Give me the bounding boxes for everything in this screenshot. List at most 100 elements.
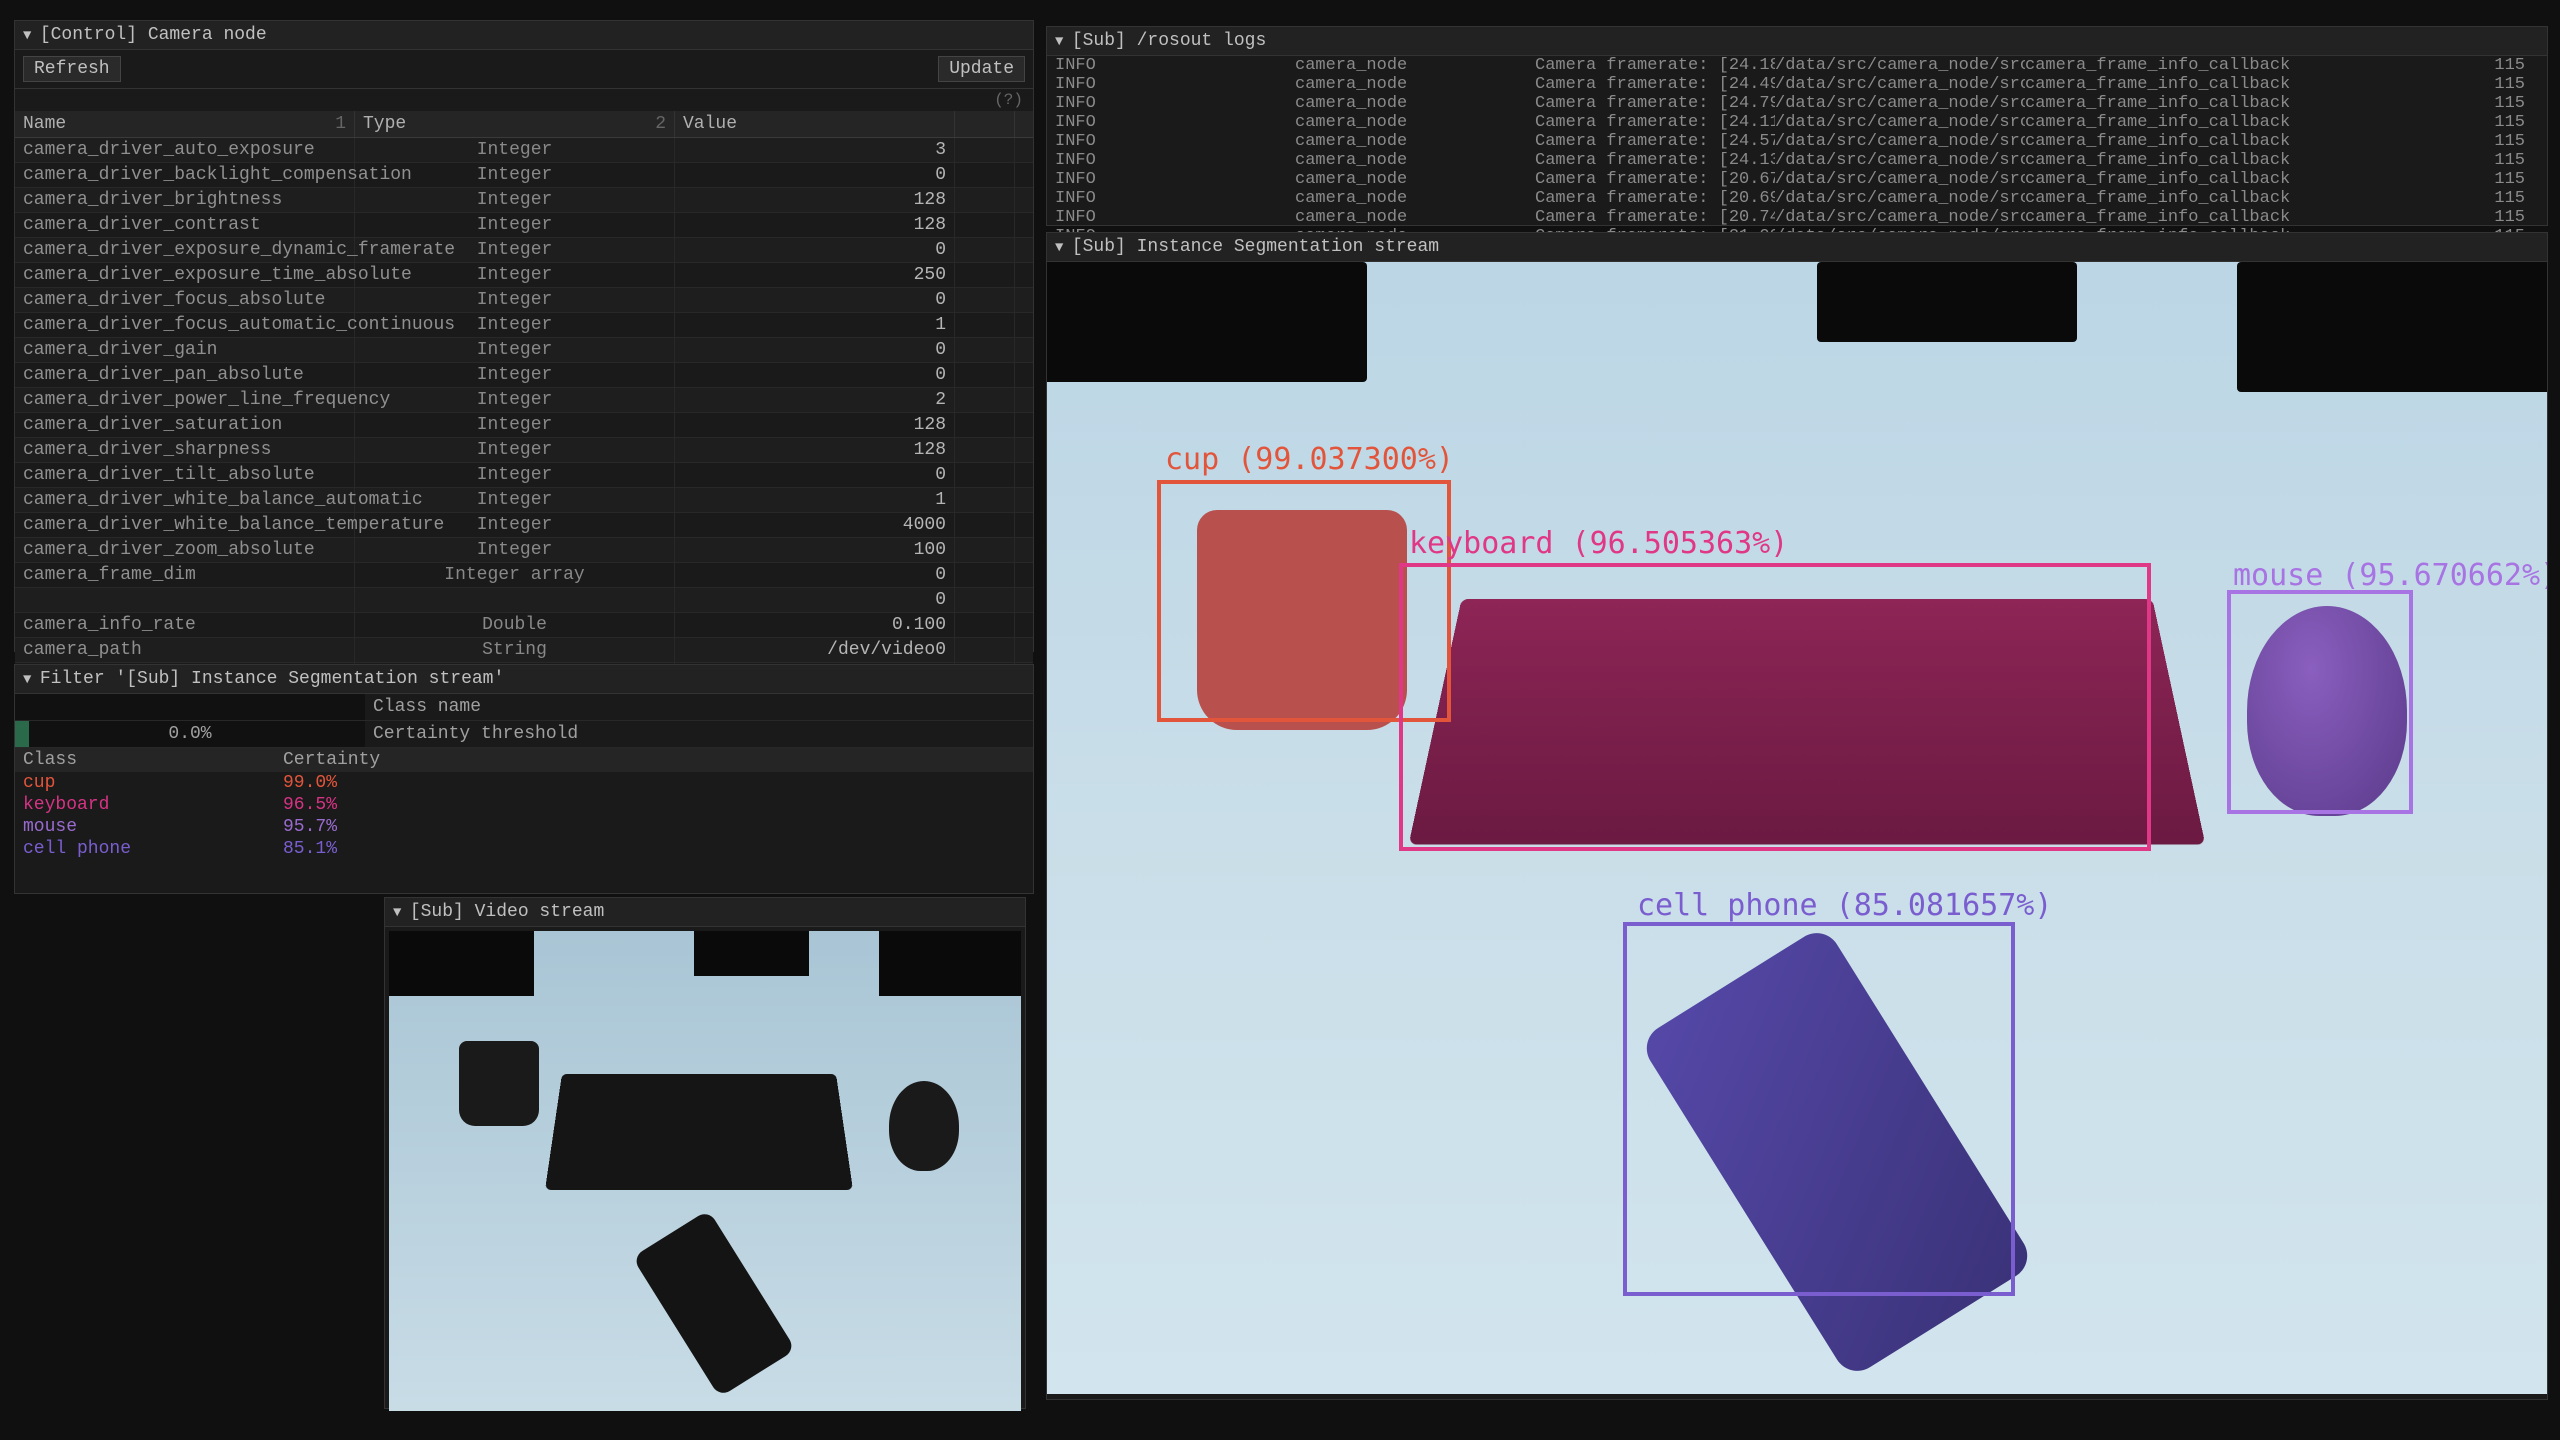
threshold-label: Certainty threshold bbox=[365, 721, 1033, 748]
filter-certainty: 96.5% bbox=[275, 794, 1033, 816]
class-name-input[interactable] bbox=[15, 694, 365, 721]
col-value[interactable]: Value bbox=[675, 111, 955, 137]
log-path: /data/src/camera_node/src/camera_n… bbox=[1775, 189, 2025, 208]
param-row[interactable]: camera_info_rate Double 0.100 bbox=[15, 613, 1033, 638]
detection-label: cell phone (85.081657%) bbox=[1637, 888, 2052, 923]
filter-certainty: 85.1% bbox=[275, 838, 1033, 860]
log-msg: Camera framerate: [20.699751] bbox=[1535, 189, 1775, 208]
param-value[interactable]: 3 bbox=[675, 138, 955, 162]
param-value[interactable]: 0 bbox=[675, 163, 955, 187]
param-value[interactable]: 0 bbox=[675, 363, 955, 387]
param-row[interactable]: camera_driver_exposure_dynamic_framerate… bbox=[15, 238, 1033, 263]
param-value[interactable]: 128 bbox=[675, 188, 955, 212]
param-value[interactable]: 0 bbox=[675, 563, 955, 587]
param-value[interactable]: 128 bbox=[675, 438, 955, 462]
filter-row[interactable]: cell phone 85.1% bbox=[15, 838, 1033, 860]
param-row[interactable]: camera_driver_sharpness Integer 128 bbox=[15, 438, 1033, 463]
param-value[interactable]: 250 bbox=[675, 263, 955, 287]
param-row[interactable]: 0 bbox=[15, 588, 1033, 613]
param-name: camera_driver_focus_absolute bbox=[15, 288, 355, 312]
param-value[interactable]: 0 bbox=[675, 463, 955, 487]
param-value[interactable]: 4000 bbox=[675, 513, 955, 537]
col-name[interactable]: Name1 bbox=[15, 111, 355, 137]
filter-row[interactable]: cup 99.0% bbox=[15, 772, 1033, 794]
param-type: Double bbox=[355, 613, 675, 637]
param-value[interactable]: 128 bbox=[675, 413, 955, 437]
param-row[interactable]: camera_driver_focus_automatic_continuous… bbox=[15, 313, 1033, 338]
param-value[interactable]: 2 bbox=[675, 388, 955, 412]
param-row[interactable]: camera_driver_focus_absolute Integer 0 bbox=[15, 288, 1033, 313]
log-fn: camera_frame_info_callback bbox=[2025, 189, 2445, 208]
filter-class: cup bbox=[15, 772, 275, 794]
param-type: Integer bbox=[355, 188, 675, 212]
detection-box bbox=[2227, 590, 2413, 814]
param-row[interactable]: camera_driver_saturation Integer 128 bbox=[15, 413, 1033, 438]
refresh-button[interactable]: Refresh bbox=[23, 56, 121, 82]
param-row[interactable]: camera_driver_tilt_absolute Integer 0 bbox=[15, 463, 1033, 488]
param-value[interactable]: 128 bbox=[675, 213, 955, 237]
param-row[interactable]: camera_driver_power_line_frequency Integ… bbox=[15, 388, 1033, 413]
filter-panel-header[interactable]: Filter '[Sub] Instance Segmentation stre… bbox=[15, 665, 1033, 694]
param-row[interactable]: camera_driver_white_balance_temperature … bbox=[15, 513, 1033, 538]
param-row[interactable]: camera_driver_zoom_absolute Integer 100 bbox=[15, 538, 1033, 563]
threshold-slider[interactable]: 0.0% bbox=[15, 721, 365, 748]
param-name: camera_driver_saturation bbox=[15, 413, 355, 437]
param-row[interactable]: camera_driver_pan_absolute Integer 0 bbox=[15, 363, 1033, 388]
param-type: Integer bbox=[355, 163, 675, 187]
param-value[interactable]: 1 bbox=[675, 313, 955, 337]
param-value[interactable]: 0 bbox=[675, 238, 955, 262]
update-button[interactable]: Update bbox=[938, 56, 1025, 82]
log-path: /data/src/camera_node/src/camera_n… bbox=[1775, 113, 2025, 132]
segmentation-view[interactable]: cup (99.037300%) keyboard (96.505363%) mou… bbox=[1047, 262, 2547, 1394]
detection-box bbox=[1623, 922, 2015, 1296]
rosout-panel-header[interactable]: [Sub] /rosout logs bbox=[1047, 27, 2547, 56]
class-col[interactable]: Class bbox=[15, 748, 275, 772]
param-row[interactable]: camera_path String /dev/video0 bbox=[15, 638, 1033, 663]
log-level: INFO bbox=[1055, 189, 1295, 208]
param-row[interactable]: camera_driver_backlight_compensation Int… bbox=[15, 163, 1033, 188]
detection-label: cup (99.037300%) bbox=[1165, 442, 1454, 477]
filter-row[interactable]: mouse 95.7% bbox=[15, 816, 1033, 838]
certainty-col[interactable]: Certainty bbox=[275, 748, 1033, 772]
rosout-panel: [Sub] /rosout logs INFOcamera_nodeCamera… bbox=[1046, 26, 2548, 226]
param-name: camera_path bbox=[15, 638, 355, 662]
video-panel-header[interactable]: [Sub] Video stream bbox=[385, 898, 1025, 927]
control-panel-header[interactable]: [Control] Camera node bbox=[15, 21, 1033, 50]
param-row[interactable]: camera_driver_exposure_time_absolute Int… bbox=[15, 263, 1033, 288]
param-value[interactable]: 1 bbox=[675, 488, 955, 512]
log-level: INFO bbox=[1055, 132, 1295, 151]
param-name: camera_driver_tilt_absolute bbox=[15, 463, 355, 487]
param-name: camera_driver_white_balance_temperature bbox=[15, 513, 355, 537]
video-view[interactable] bbox=[389, 931, 1021, 1411]
param-row[interactable]: camera_driver_contrast Integer 128 bbox=[15, 213, 1033, 238]
param-value[interactable]: 100 bbox=[675, 538, 955, 562]
param-name: camera_driver_zoom_absolute bbox=[15, 538, 355, 562]
param-value[interactable]: 0 bbox=[675, 338, 955, 362]
param-value[interactable]: 0 bbox=[675, 588, 955, 612]
log-line: 115 bbox=[2445, 189, 2525, 208]
param-value[interactable]: 0.100 bbox=[675, 613, 955, 637]
param-row[interactable]: camera_driver_white_balance_automatic In… bbox=[15, 488, 1033, 513]
param-row[interactable]: camera_driver_gain Integer 0 bbox=[15, 338, 1033, 363]
log-msg: Camera framerate: [24.112999] bbox=[1535, 113, 1775, 132]
filter-row[interactable]: keyboard 96.5% bbox=[15, 794, 1033, 816]
param-value[interactable]: 0 bbox=[675, 288, 955, 312]
log-row: INFOcamera_nodeCamera framerate: [20.699… bbox=[1047, 189, 2547, 208]
log-fn: camera_frame_info_callback bbox=[2025, 75, 2445, 94]
log-level: INFO bbox=[1055, 56, 1295, 75]
segmentation-panel-header[interactable]: [Sub] Instance Segmentation stream bbox=[1047, 233, 2547, 262]
log-path: /data/src/camera_node/src/camera_n… bbox=[1775, 56, 2025, 75]
param-row[interactable]: camera_driver_brightness Integer 128 bbox=[15, 188, 1033, 213]
log-node: camera_node bbox=[1295, 170, 1535, 189]
param-value[interactable]: /dev/video0 bbox=[675, 638, 955, 662]
param-name: camera_driver_exposure_dynamic_framerate bbox=[15, 238, 355, 262]
rosout-body[interactable]: INFOcamera_nodeCamera framerate: [24.186… bbox=[1047, 56, 2547, 246]
detection-label: keyboard (96.505363%) bbox=[1409, 526, 1788, 561]
param-name: camera_info_rate bbox=[15, 613, 355, 637]
log-row: INFOcamera_nodeCamera framerate: [24.578… bbox=[1047, 132, 2547, 151]
col-type[interactable]: Type2 bbox=[355, 111, 675, 137]
param-row[interactable]: camera_frame_dim Integer array 0 bbox=[15, 563, 1033, 588]
detection-label: mouse (95.670662%) bbox=[2233, 558, 2547, 593]
param-row[interactable]: camera_driver_auto_exposure Integer 3 bbox=[15, 138, 1033, 163]
help-hint[interactable]: (?) bbox=[15, 89, 1033, 111]
